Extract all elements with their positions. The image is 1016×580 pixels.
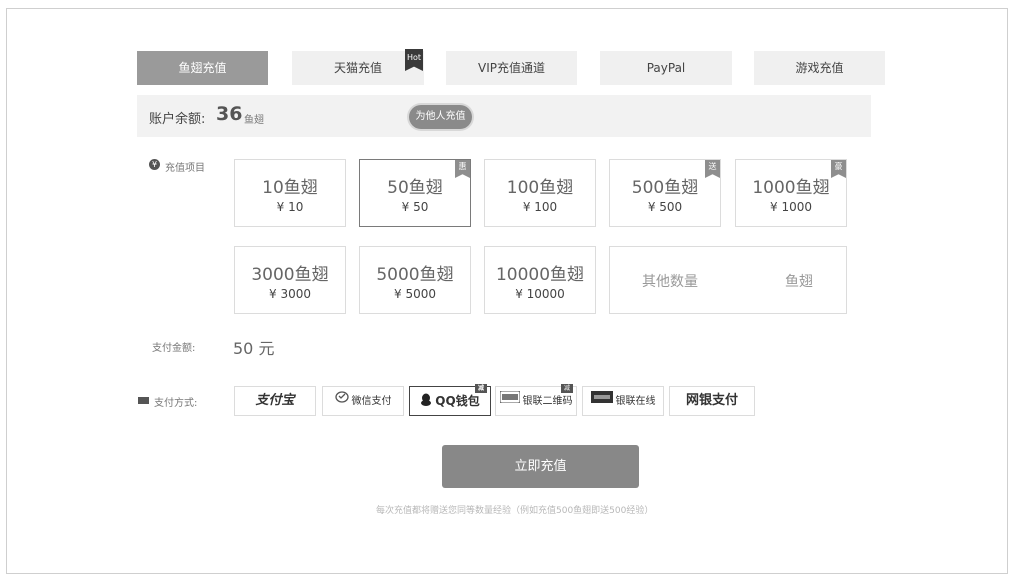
penguin-icon — [420, 388, 432, 416]
package-price: ¥ 1000 — [770, 200, 812, 214]
package-amount: 500鱼翅 — [631, 178, 699, 198]
unionpay-qr-option[interactable]: 银联二维码 减 — [495, 384, 577, 416]
alipay-option[interactable]: 支付宝 — [234, 386, 316, 416]
unionpay-online-option[interactable]: 银联在线 — [582, 386, 664, 416]
unionpay-qr-label: 银联二维码 — [522, 396, 573, 407]
package-price: ¥ 50 — [401, 200, 429, 214]
package-card[interactable]: 10000鱼翅 ¥ 10000 — [484, 246, 596, 314]
package-amount: 10000鱼翅 — [495, 265, 585, 285]
balance-amount: 36 — [216, 103, 243, 125]
pay-amount-value: 50 元 — [233, 339, 275, 358]
package-amount: 1000鱼翅 — [752, 178, 830, 198]
package-price: ¥ 5000 — [394, 287, 436, 301]
alipay-logo: 支付宝 — [255, 393, 295, 408]
tab-game[interactable]: 游戏充值 — [754, 51, 885, 85]
package-amount: 100鱼翅 — [506, 178, 574, 198]
unionpay-card-icon — [590, 387, 613, 415]
package-price: ¥ 10000 — [515, 287, 565, 301]
pay-amount-label: 支付金额: — [152, 343, 196, 354]
gift-recharge-button[interactable]: 为他人充值 — [409, 105, 472, 129]
recharge-items-label: 充值项目 — [165, 163, 205, 174]
discount-badge: 减 — [475, 384, 487, 393]
tab-paypal[interactable]: PayPal — [600, 51, 732, 85]
wechat-pay-option[interactable]: 微信支付 — [322, 386, 404, 416]
balance-label: 账户余额: — [149, 112, 206, 127]
recharge-now-button[interactable]: 立即充值 — [442, 445, 639, 488]
balance-bar: 账户余额: 36 鱼翅 — [137, 95, 871, 137]
package-card[interactable]: 1000鱼翅 ¥ 1000 豪 — [735, 159, 847, 227]
other-amount-placeholder: 其他数量 — [642, 274, 698, 290]
recharge-tabs: 鱼翅充值 天猫充值 VIP充值通道 PayPal 游戏充值 — [137, 51, 885, 85]
package-card[interactable]: 50鱼翅 ¥ 50 惠 — [359, 159, 471, 227]
package-card[interactable]: 5000鱼翅 ¥ 5000 — [359, 246, 471, 314]
bank-card-icon — [138, 397, 149, 404]
qq-wallet-option[interactable]: QQ钱包 减 — [409, 384, 491, 416]
bonus-note: 每次充值都将赠送您同等数量经验（例如充值500鱼翅即送500经验） — [376, 506, 654, 516]
package-card[interactable]: 10鱼翅 ¥ 10 — [234, 159, 346, 227]
package-card[interactable]: 3000鱼翅 ¥ 3000 — [234, 246, 346, 314]
package-amount: 3000鱼翅 — [251, 265, 329, 285]
tab-fish-fin[interactable]: 鱼翅充值 — [137, 51, 268, 85]
pay-method-label: 支付方式: — [154, 398, 198, 409]
package-card[interactable]: 100鱼翅 ¥ 100 — [484, 159, 596, 227]
package-amount: 5000鱼翅 — [376, 265, 454, 285]
other-amount-input[interactable]: 其他数量 鱼翅 — [609, 246, 847, 314]
package-price: ¥ 3000 — [269, 287, 311, 301]
tab-tmall[interactable]: 天猫充值 — [292, 51, 424, 85]
package-price: ¥ 100 — [522, 200, 558, 214]
unionpay-online-label: 银联在线 — [615, 396, 656, 407]
other-amount-unit: 鱼翅 — [785, 274, 813, 290]
package-card[interactable]: 500鱼翅 ¥ 500 送 — [609, 159, 721, 227]
netbank-option[interactable]: 网银支付 — [669, 386, 755, 416]
balance-unit: 鱼翅 — [244, 115, 264, 126]
package-price: ¥ 500 — [647, 200, 683, 214]
wechat-icon — [334, 387, 349, 415]
qq-wallet-label: QQ钱包 — [435, 394, 480, 408]
discount-badge: 减 — [561, 384, 573, 393]
package-amount: 50鱼翅 — [387, 178, 443, 198]
package-amount: 10鱼翅 — [262, 178, 318, 198]
unionpay-icon — [499, 387, 520, 415]
tab-vip[interactable]: VIP充值通道 — [446, 51, 577, 85]
yen-icon: ¥ — [149, 159, 160, 170]
wechat-pay-label: 微信支付 — [351, 396, 392, 407]
netbank-label: 网银支付 — [685, 393, 738, 408]
package-price: ¥ 10 — [276, 200, 304, 214]
